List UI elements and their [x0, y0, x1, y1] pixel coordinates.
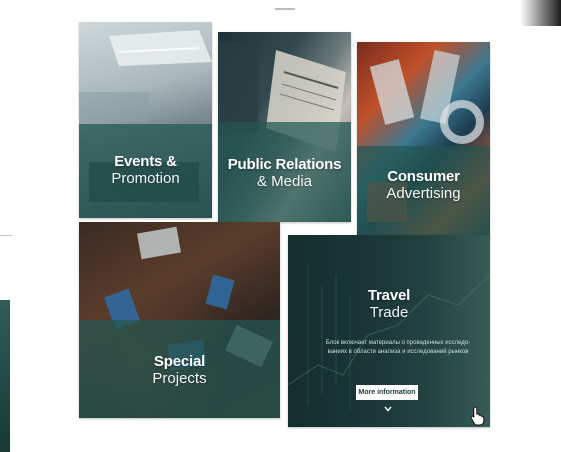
tile-title: Travel Trade — [288, 287, 490, 321]
tile-title-light: Projects — [152, 370, 207, 387]
chevron-down-icon[interactable] — [384, 405, 392, 413]
hand-pointer-icon — [470, 406, 485, 426]
tile-description: Блок включает материалы о проведенных ис… — [325, 340, 471, 355]
top-divider — [275, 8, 295, 10]
tile-title: Consumer Advertising — [357, 168, 490, 202]
tile-events-promotion[interactable]: Events & Promotion — [79, 22, 212, 218]
tile-title-strong: Travel — [367, 287, 411, 304]
tile-title-strong: Consumer — [387, 168, 460, 185]
tile-consumer-advertising[interactable]: Consumer Advertising — [357, 42, 490, 239]
more-information-button[interactable]: More information — [356, 385, 418, 400]
tile-title-light: Promotion — [111, 170, 180, 187]
tile-title: Events & Promotion — [79, 153, 212, 187]
tile-travel-trade[interactable]: Travel Trade Блок включает материалы о п… — [288, 235, 490, 427]
top-right-edge — [520, 0, 561, 26]
tile-title-strong: Public Relations — [227, 156, 342, 173]
tile-title: Public Relations & Media — [218, 156, 351, 190]
left-edge-panel — [0, 300, 10, 452]
tile-title: Special Projects — [79, 353, 280, 387]
tile-title-light: Advertising — [386, 185, 461, 202]
left-divider — [0, 235, 12, 236]
tile-title-strong: Events & — [114, 153, 177, 170]
tile-title-light: & Media — [256, 173, 313, 190]
tile-title-light: Trade — [369, 304, 409, 321]
tile-public-relations-media[interactable]: Public Relations & Media — [218, 32, 351, 222]
tile-special-projects[interactable]: Special Projects — [79, 222, 280, 418]
tile-title-strong: Special — [153, 353, 206, 370]
